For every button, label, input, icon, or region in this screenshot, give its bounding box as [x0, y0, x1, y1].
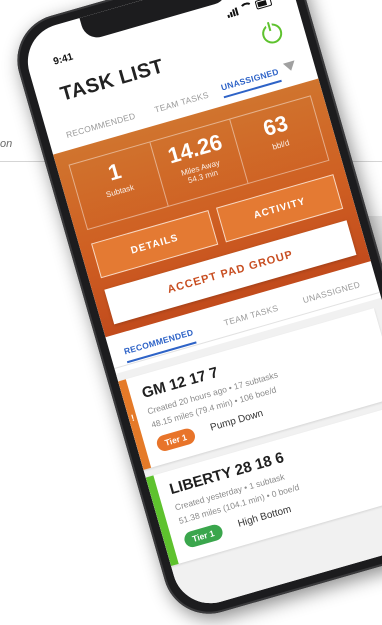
signal-icon — [226, 6, 239, 18]
tier-badge: Tier 1 — [182, 522, 224, 549]
wifi-icon — [238, 0, 255, 16]
filter-icon[interactable] — [282, 60, 297, 73]
phone-device: 9:41 TASK LIST RECOMMENDED TEAM TASKS UN… — [6, 0, 382, 625]
task-activity: High Bottom — [236, 503, 293, 530]
tab-unassigned-lower[interactable]: UNASSIGNED — [302, 279, 362, 305]
background-text-fragment: on — [0, 138, 13, 150]
status-time: 9:41 — [52, 51, 75, 68]
task-activity: Pump Down — [209, 407, 265, 434]
status-indicators — [225, 0, 273, 19]
battery-icon — [254, 0, 273, 10]
tier-badge: Tier 1 — [154, 426, 197, 453]
stat-production: 63 bbl/d — [231, 97, 329, 183]
power-icon[interactable] — [259, 21, 285, 46]
tab-team-tasks-lower[interactable]: TEAM TASKS — [223, 303, 280, 328]
